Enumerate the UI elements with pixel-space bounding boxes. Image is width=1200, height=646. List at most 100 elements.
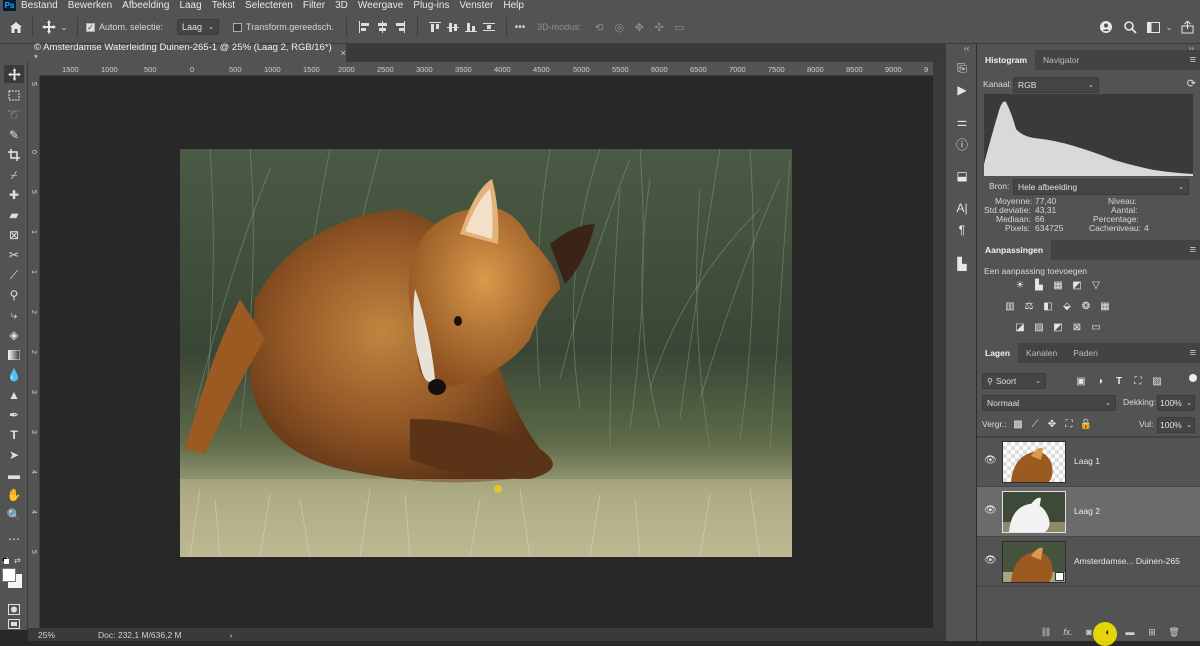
healing-brush-icon[interactable]: ✚ — [4, 186, 24, 204]
menu-weergave[interactable]: Weergave — [358, 0, 403, 11]
actions-play-icon[interactable]: ▶ — [952, 82, 972, 98]
invert-icon[interactable]: ◪ — [1013, 321, 1027, 333]
color-lookup-icon[interactable]: ▦ — [1098, 300, 1112, 312]
lasso-tool-icon[interactable]: ➰ — [4, 106, 24, 124]
status-arrow[interactable]: › — [230, 630, 233, 640]
refresh-icon[interactable]: ⟳ — [1187, 77, 1196, 90]
glyphs-icon[interactable]: ▙ — [952, 256, 972, 272]
lock-artboard-icon[interactable]: ⛶ — [1062, 418, 1076, 430]
patch-tool-icon[interactable]: ▰ — [4, 206, 24, 224]
3d-pan-icon[interactable]: ✥ — [629, 21, 649, 34]
fx-icon[interactable]: fx. — [1061, 626, 1075, 638]
panel-menu-icon[interactable]: ≡ — [1190, 244, 1196, 256]
new-group-icon[interactable]: ▬ — [1123, 626, 1137, 638]
clone-stamp-icon[interactable]: ⚲ — [4, 286, 24, 304]
eye-icon[interactable]: 👁 — [984, 455, 997, 467]
dodge-tool-icon[interactable]: ▲ — [4, 386, 24, 404]
default-colors-icon[interactable] — [1, 556, 9, 564]
menu-help[interactable]: Help — [503, 0, 524, 11]
panel-menu-icon[interactable]: ≡ — [1190, 347, 1196, 359]
blend-mode-dropdown[interactable]: Normaal ⌄ — [982, 395, 1116, 411]
exposure-icon[interactable]: ◩ — [1070, 279, 1084, 291]
menu-venster[interactable]: Venster — [459, 0, 493, 11]
screen-mode-icon[interactable] — [4, 618, 24, 630]
chevron-down-icon[interactable]: ⌄ — [59, 23, 69, 32]
layer-filter-dropdown[interactable]: ⚲ Soort ⌄ — [982, 373, 1046, 389]
crop-tool-icon[interactable] — [4, 146, 24, 164]
fox-photo[interactable] — [180, 149, 792, 557]
menu-laag[interactable]: Laag — [179, 0, 201, 11]
fill-field[interactable]: 100% ⌄ — [1157, 417, 1195, 433]
character-icon[interactable]: A| — [952, 200, 972, 216]
channel-mixer-icon[interactable]: ❂ — [1079, 300, 1093, 312]
brush-tool-icon[interactable]: ⟋ — [4, 266, 24, 284]
menu-selecteren[interactable]: Selecteren — [245, 0, 293, 11]
eye-icon[interactable]: 👁 — [984, 505, 997, 517]
tab-layers[interactable]: Lagen — [977, 343, 1019, 363]
eyedropper-tool-icon[interactable]: ⌿ — [4, 166, 24, 184]
search-icon[interactable] — [1118, 20, 1142, 34]
3d-slide-icon[interactable]: ✣ — [649, 21, 669, 34]
selective-color-icon[interactable]: ⊠ — [1070, 321, 1084, 333]
move-tool-icon[interactable] — [39, 20, 59, 34]
stamp-panel-icon[interactable]: ⬓ — [952, 168, 972, 184]
pen-tool-icon[interactable]: ✒ — [4, 406, 24, 424]
lock-pixels-icon[interactable]: ⟋ — [1028, 418, 1042, 430]
history-brush-icon[interactable]: ⤷ — [4, 306, 24, 324]
transform-checkbox[interactable] — [233, 22, 243, 32]
path-select-icon[interactable]: ➤ — [4, 446, 24, 464]
trash-icon[interactable]: 🗑 — [1167, 626, 1181, 638]
align-top-icon[interactable] — [426, 21, 444, 33]
move-tool-icon[interactable] — [4, 65, 24, 83]
curves-icon[interactable]: ▦ — [1051, 279, 1065, 291]
quick-select-tool-icon[interactable]: ✎ — [4, 126, 24, 144]
tab-navigator[interactable]: Navigator — [1035, 50, 1087, 70]
hand-tool-icon[interactable]: ✋ — [4, 486, 24, 504]
align-left-icon[interactable] — [355, 21, 373, 33]
lock-position-icon[interactable]: ✥ — [1045, 418, 1059, 430]
share-icon[interactable] — [1094, 20, 1118, 34]
zoom-tool-icon[interactable]: 🔍 — [4, 506, 24, 524]
3d-roll-icon[interactable]: ◎ — [609, 21, 629, 34]
quick-mask-icon[interactable] — [4, 600, 24, 618]
hue-saturation-icon[interactable]: ▥ — [1003, 300, 1017, 312]
photo-filter-icon[interactable]: ⬙ — [1060, 300, 1074, 312]
tab-channels[interactable]: Kanalen — [1018, 343, 1065, 363]
workspace-icon[interactable] — [1142, 21, 1164, 33]
gradient-tool-icon[interactable] — [4, 346, 24, 364]
layer-row-laag-1[interactable]: 👁 Laag 1 — [977, 437, 1200, 487]
align-bottom-icon[interactable] — [462, 21, 480, 33]
align-center-icon[interactable] — [373, 21, 391, 33]
menu-bewerken[interactable]: Bewerken — [68, 0, 112, 11]
eye-icon[interactable]: 👁 — [984, 555, 997, 567]
history-panel-icon[interactable]: ⎘ — [952, 60, 972, 76]
tab-adjustments[interactable]: Aanpassingen — [977, 240, 1052, 260]
link-layers-icon[interactable]: ⛓ — [1039, 626, 1053, 638]
brightness-icon[interactable]: ☀ — [1013, 279, 1027, 291]
color-balance-icon[interactable]: ⚖ — [1022, 300, 1036, 312]
auto-select-checkbox[interactable]: ✓ — [86, 22, 95, 32]
panel-menu-icon[interactable]: ≡ — [1190, 54, 1196, 66]
home-icon[interactable] — [0, 11, 32, 44]
export-icon[interactable] — [1174, 20, 1200, 34]
more-options-button[interactable]: ••• — [515, 22, 526, 33]
filter-adjustment-icon[interactable]: ◑ — [1093, 375, 1107, 387]
vibrance-icon[interactable]: ▽ — [1089, 279, 1103, 291]
eraser-tool-icon[interactable]: ◈ — [4, 326, 24, 344]
align-right-icon[interactable] — [391, 21, 409, 33]
layer-row-background[interactable]: 👁 Amsterdamse... Duinen-265 — [977, 537, 1200, 587]
scissors-icon[interactable]: ✂ — [4, 246, 24, 264]
menu-filter[interactable]: Filter — [303, 0, 325, 11]
layer-name[interactable]: Laag 2 — [1074, 506, 1100, 516]
menu-plugins[interactable]: Plug-ins — [413, 0, 449, 11]
filter-smart-object-icon[interactable]: ▨ — [1150, 375, 1164, 387]
menu-3d[interactable]: 3D — [335, 0, 348, 11]
posterize-icon[interactable]: ▨ — [1032, 321, 1046, 333]
info-icon[interactable]: ⓘ — [952, 136, 972, 152]
filter-pixel-icon[interactable]: ▣ — [1074, 375, 1088, 387]
blur-tool-icon[interactable]: 💧 — [4, 366, 24, 384]
close-icon[interactable]: × — [340, 48, 346, 59]
3d-orbit-icon[interactable]: ⟲ — [589, 21, 609, 34]
menu-bestand[interactable]: Bestand — [21, 0, 58, 11]
filter-shape-icon[interactable]: ⛶ — [1131, 375, 1145, 387]
